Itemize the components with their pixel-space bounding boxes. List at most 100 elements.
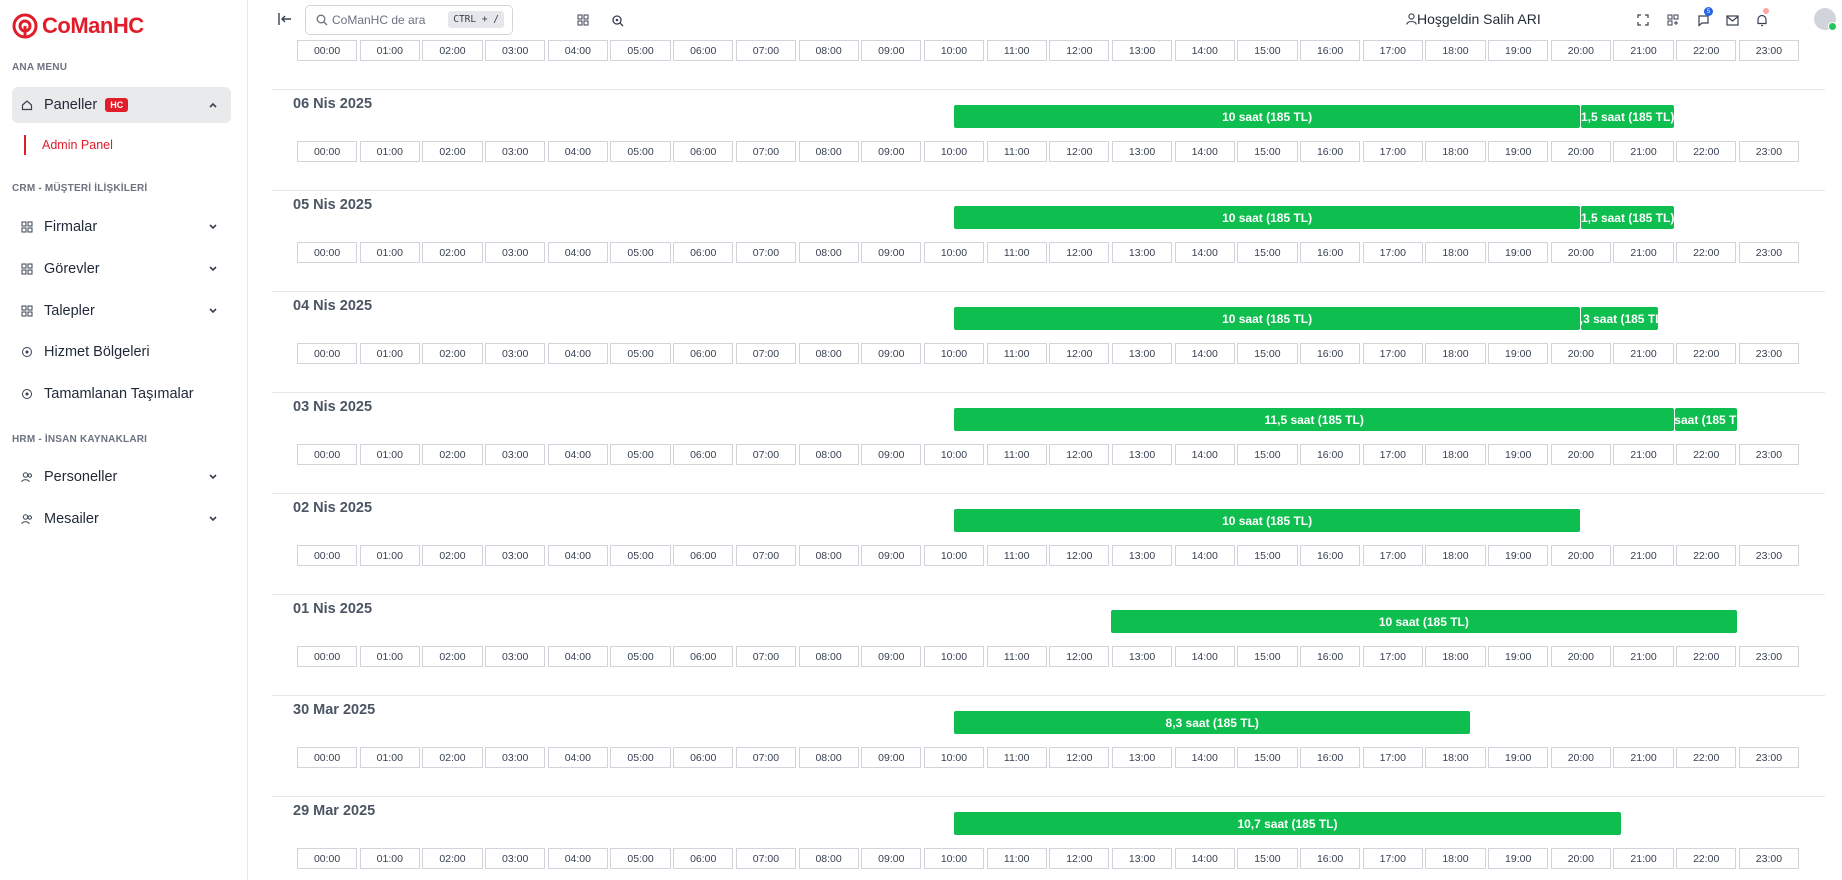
hour-label: 21:00 bbox=[1613, 848, 1674, 869]
chevron-up-icon[interactable] bbox=[207, 99, 219, 111]
shift-segment[interactable]: 10 saat (185 TL) bbox=[954, 105, 1581, 128]
location-icon bbox=[20, 345, 34, 359]
shift-segment[interactable]: 1,5 saat (185 TL) bbox=[1581, 206, 1675, 229]
hour-label: 09:00 bbox=[861, 242, 922, 263]
fullscreen-icon[interactable] bbox=[1636, 13, 1650, 27]
hour-label: 12:00 bbox=[1049, 343, 1110, 364]
hour-label: 19:00 bbox=[1488, 545, 1549, 566]
shift-segment[interactable]: 1 saat (185 TL) bbox=[1675, 408, 1737, 431]
hour-label: 00:00 bbox=[297, 343, 358, 364]
hour-label: 11:00 bbox=[986, 242, 1047, 263]
hour-scale: 00:00 01:00 02:00 03:00 04:00 05:00 06:00 07:00… bbox=[297, 141, 1802, 162]
shift-segment[interactable]: 1,5 saat (185 TL) bbox=[1581, 105, 1675, 128]
hour-label: 02:00 bbox=[422, 646, 483, 667]
hour-label: 22:00 bbox=[1676, 343, 1737, 364]
apps-grid-icon[interactable] bbox=[576, 13, 590, 27]
hour-label: 07:00 bbox=[735, 646, 796, 667]
hour-label: 16:00 bbox=[1300, 242, 1361, 263]
shift-segment[interactable]: 10 saat (185 TL) bbox=[954, 206, 1581, 229]
hour-label: 04:00 bbox=[547, 242, 608, 263]
sidebar-item-mesailer[interactable]: Mesailer bbox=[12, 501, 231, 537]
hour-label: 07:00 bbox=[735, 141, 796, 162]
hc-badge: HC bbox=[105, 98, 129, 112]
shift-segment[interactable]: 10 saat (185 TL) bbox=[954, 307, 1581, 330]
hour-label: 06:00 bbox=[673, 646, 734, 667]
hour-label: 10:00 bbox=[923, 242, 985, 263]
collapse-sidebar-icon[interactable] bbox=[278, 12, 292, 26]
hour-label: 18:00 bbox=[1425, 747, 1486, 768]
hour-label: 03:00 bbox=[485, 646, 546, 667]
hour-label: 03:00 bbox=[485, 343, 546, 364]
hour-label: 19:00 bbox=[1488, 444, 1549, 465]
bell-icon[interactable] bbox=[1755, 8, 1769, 27]
sidebar-item-firmalar[interactable]: Firmalar bbox=[12, 209, 231, 245]
hour-label: 23:00 bbox=[1738, 545, 1799, 566]
shift-segment[interactable]: 1,3 saat (185 TL) bbox=[1581, 307, 1659, 330]
hour-label: 22:00 bbox=[1676, 141, 1737, 162]
avatar[interactable] bbox=[1814, 8, 1837, 31]
shift-segment[interactable]: 10 saat (185 TL) bbox=[954, 509, 1581, 532]
brand-logo[interactable]: CoManHC bbox=[12, 12, 144, 40]
hour-label: 21:00 bbox=[1613, 242, 1674, 263]
chevron-down-icon[interactable] bbox=[207, 471, 219, 483]
hour-label: 21:00 bbox=[1613, 444, 1674, 465]
chevron-down-icon[interactable] bbox=[207, 263, 219, 275]
hour-label: 15:00 bbox=[1237, 141, 1298, 162]
shift-segment[interactable]: 8,3 saat (185 TL) bbox=[954, 711, 1471, 734]
hour-label: 13:00 bbox=[1111, 242, 1173, 263]
day-date: 01 Nis 2025 bbox=[293, 601, 373, 617]
hour-label: 22:00 bbox=[1676, 646, 1737, 667]
timesheet-list: 00:00 01:00 02:00 03:00 04:00 05:00 06:00 07:00… bbox=[272, 40, 1825, 880]
shift-segment[interactable]: 10,7 saat (185 TL) bbox=[954, 812, 1621, 835]
hour-label: 01:00 bbox=[359, 444, 420, 465]
grid-icon bbox=[20, 262, 34, 276]
hour-label: 09:00 bbox=[861, 141, 922, 162]
shortcuts-icon[interactable] bbox=[1666, 13, 1680, 27]
sidebar-item-hizmet-bolgeleri[interactable]: Hizmet Bölgeleri bbox=[12, 334, 231, 370]
hour-label: 14:00 bbox=[1174, 40, 1235, 61]
mail-icon[interactable] bbox=[1725, 13, 1739, 27]
chevron-down-icon[interactable] bbox=[207, 305, 219, 317]
hour-label: 23:00 bbox=[1738, 343, 1799, 364]
hour-label: 01:00 bbox=[359, 545, 420, 566]
hour-label: 05:00 bbox=[610, 40, 671, 61]
hour-label: 00:00 bbox=[297, 444, 358, 465]
sidebar-item-paneller[interactable]: Paneller HC bbox=[12, 87, 231, 123]
hour-label: 03:00 bbox=[485, 747, 546, 768]
shift-segment[interactable]: 11,5 saat (185 TL) bbox=[954, 408, 1675, 431]
sidebar-item-tamamlanan-tasimalar[interactable]: Tamamlanan Taşımalar bbox=[12, 376, 231, 412]
hour-label: 17:00 bbox=[1362, 40, 1423, 61]
day-row: 04 Nis 2025 10 saat (185 TL)1,3 saat (185… bbox=[272, 291, 1825, 393]
topbar: CoManHC de ara CTRL + / Hoşgeldin Salih … bbox=[248, 0, 1842, 40]
settings-search-icon[interactable] bbox=[610, 13, 624, 27]
hour-label: 23:00 bbox=[1738, 141, 1799, 162]
hour-label: 20:00 bbox=[1550, 141, 1611, 162]
chevron-down-icon[interactable] bbox=[207, 513, 219, 525]
hour-label: 08:00 bbox=[798, 343, 859, 364]
hour-label: 16:00 bbox=[1300, 545, 1361, 566]
sidebar-subitem-admin-panel[interactable]: Admin Panel bbox=[24, 134, 113, 156]
sidebar-item-label: Personeller bbox=[44, 469, 118, 485]
hour-label: 18:00 bbox=[1425, 40, 1486, 61]
chevron-down-icon[interactable] bbox=[207, 221, 219, 233]
hour-label: 00:00 bbox=[297, 545, 358, 566]
hour-label: 21:00 bbox=[1613, 747, 1674, 768]
chat-icon[interactable]: 5 bbox=[1696, 7, 1713, 27]
hour-label: 08:00 bbox=[798, 545, 859, 566]
hour-label: 18:00 bbox=[1425, 848, 1486, 869]
sidebar-item-talepler[interactable]: Talepler bbox=[12, 293, 231, 329]
shift-segment[interactable]: 10 saat (185 TL) bbox=[1110, 610, 1737, 633]
sidebar-item-personeller[interactable]: Personeller bbox=[12, 459, 231, 495]
search-box[interactable]: CoManHC de ara CTRL + / bbox=[305, 5, 513, 35]
hour-label: 16:00 bbox=[1300, 444, 1361, 465]
hour-label: 11:00 bbox=[986, 40, 1047, 61]
hour-label: 16:00 bbox=[1300, 141, 1361, 162]
hour-label: 15:00 bbox=[1237, 444, 1298, 465]
hour-label: 17:00 bbox=[1362, 646, 1423, 667]
hour-label: 20:00 bbox=[1550, 444, 1611, 465]
hour-label: 14:00 bbox=[1174, 848, 1235, 869]
sidebar-item-gorevler[interactable]: Görevler bbox=[12, 251, 231, 287]
hour-label: 05:00 bbox=[610, 444, 671, 465]
hour-scale: 00:00 01:00 02:00 03:00 04:00 05:00 06:00 07:00… bbox=[297, 40, 1802, 61]
hour-label: 19:00 bbox=[1488, 848, 1549, 869]
